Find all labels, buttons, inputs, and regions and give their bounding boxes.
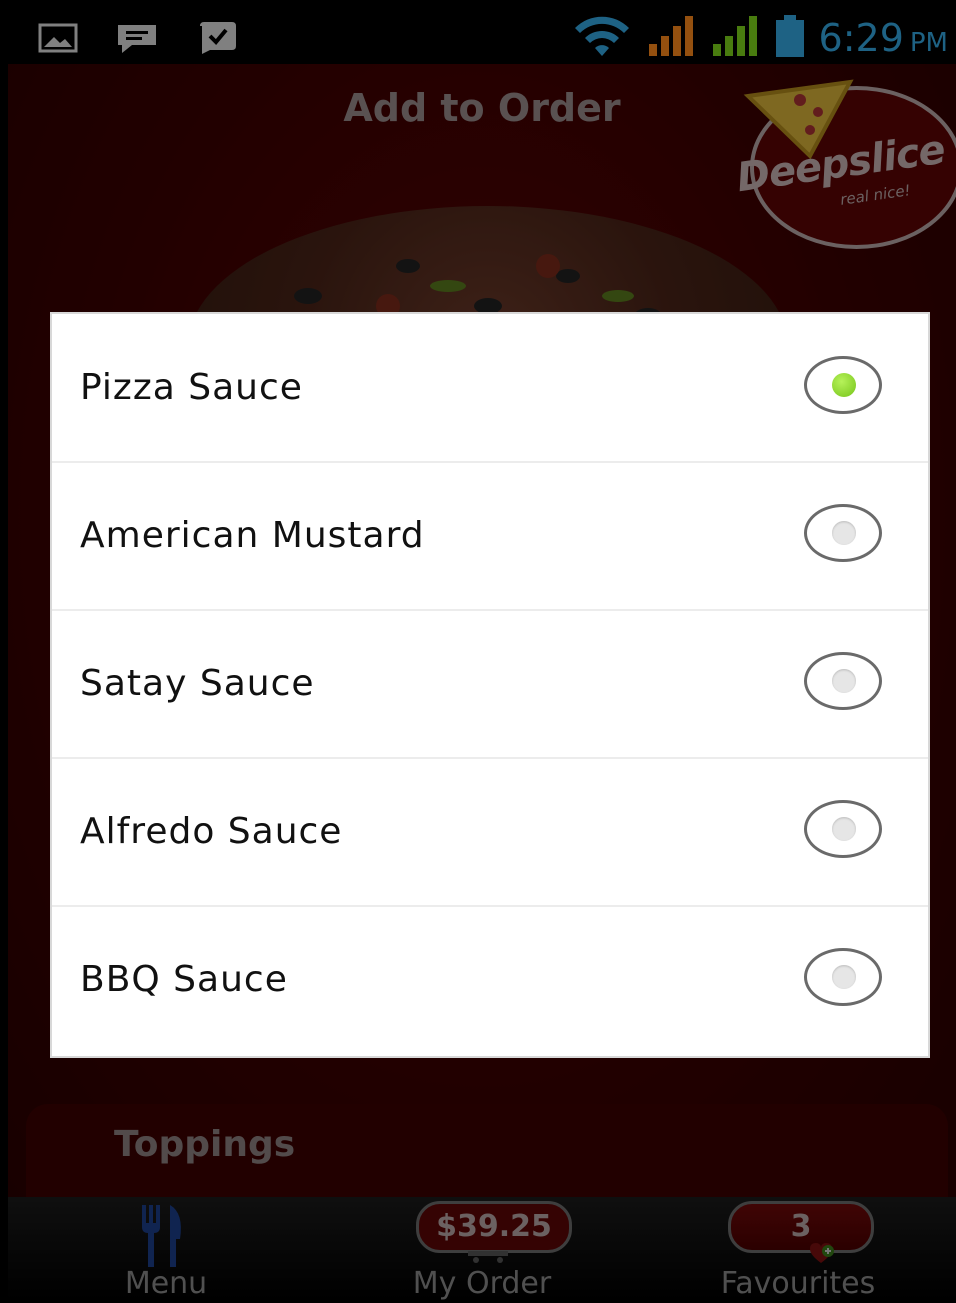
sauce-option-satay-sauce[interactable]: Satay Sauce [52, 610, 928, 759]
radio-dot [832, 521, 856, 545]
radio-button[interactable] [804, 504, 882, 562]
radio-button-selected[interactable] [804, 356, 882, 414]
sauce-option-label: American Mustard [80, 515, 425, 556]
radio-dot [832, 373, 856, 397]
sauce-option-label: Alfredo Sauce [80, 811, 343, 852]
radio-dot [832, 669, 856, 693]
radio-button[interactable] [804, 652, 882, 710]
sauce-option-label: BBQ Sauce [80, 959, 288, 1000]
sauce-option-alfredo-sauce[interactable]: Alfredo Sauce [52, 758, 928, 907]
radio-button[interactable] [804, 948, 882, 1006]
sauce-option-american-mustard[interactable]: American Mustard [52, 462, 928, 611]
sauce-option-bbq-sauce[interactable]: BBQ Sauce [52, 906, 928, 1053]
sauce-selection-dialog: Pizza Sauce American Mustard Satay Sauce… [52, 314, 928, 1056]
sauce-option-label: Pizza Sauce [80, 367, 303, 408]
radio-button[interactable] [804, 800, 882, 858]
sauce-option-label: Satay Sauce [80, 663, 315, 704]
radio-dot [832, 965, 856, 989]
radio-dot [832, 817, 856, 841]
sauce-option-pizza-sauce[interactable]: Pizza Sauce [52, 314, 928, 463]
